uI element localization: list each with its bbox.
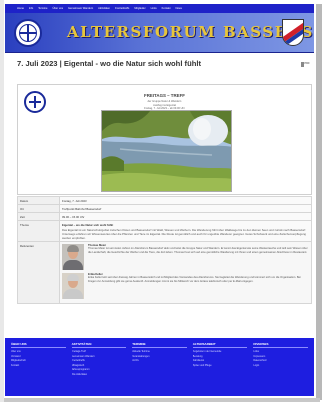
footer-link[interactable]: Login: [253, 364, 308, 369]
nav-item[interactable]: Kontakt: [162, 7, 171, 10]
nav-item[interactable]: Mitglieder: [134, 7, 145, 10]
theme-title: Eigental – wo die Natur sich wohl fühlt: [62, 222, 114, 227]
frame-shadow-right: [316, 4, 322, 400]
page: Home Info Termine Über uns Gemeinsam Wan…: [5, 4, 314, 396]
footer-column: DIVERSES Links Impressum Datenschutz Log…: [253, 342, 308, 392]
eigental-pond-photo: [101, 110, 232, 192]
details-row: Datum Freitag, 7. Juli 2023: [17, 196, 312, 205]
nav-item[interactable]: Links: [151, 7, 157, 10]
article-title: 7. Juli 2023 | Eigental - wo die Natur s…: [17, 59, 201, 68]
site-title: ALTERSFORUM BASSERSDORF: [67, 23, 314, 41]
footer-heading: AKTIVITÄTEN: [71, 342, 127, 348]
browser-frame: Home Info Termine Über uns Gemeinsam Wan…: [0, 0, 322, 402]
nav-item[interactable]: Termine: [38, 7, 47, 10]
referent-bio: Thomas Meier ist seit vielen Jahren im A…: [88, 247, 308, 255]
details-key: Datum: [17, 196, 60, 205]
nav-item[interactable]: Aktivitäten: [98, 7, 110, 10]
footer-link[interactable]: Alle Aktivitäten: [72, 373, 127, 378]
event-details-table: Datum Freitag, 7. Juli 2023 Ort Treffpun…: [17, 196, 312, 304]
details-value: Freitag, 7. Juli 2023: [59, 196, 312, 205]
footer-heading: DIVERSES: [253, 342, 308, 348]
footer-column: ALTERSARBEIT Angebote in der Gemeinde Be…: [192, 342, 248, 392]
footer-heading: ALTERSARBEIT: [192, 342, 248, 348]
details-row: Zeit 09.00 – 15.00 Uhr: [17, 212, 312, 221]
event-flyer: FREITAGS – TREFF der Gruppe Natur & Wand…: [17, 84, 312, 195]
footer-column: ÜBER UNS Über uns Vorstand Mitgliedschaf…: [11, 342, 66, 392]
flyer-title: FREITAGS – TREFF: [144, 93, 185, 98]
referents-row: Referenten Thomas Meier Thomas Meier ist…: [17, 241, 312, 304]
footer-column: AKTIVITÄTEN Freitags-Treff Gemeinsam Wan…: [71, 342, 127, 392]
referent-bio: Erika Keller lebt seit über dreissig Jah…: [88, 276, 301, 284]
footer-link[interactable]: Spitex und Pflege: [193, 364, 248, 369]
frame-shadow-left: [0, 0, 4, 402]
top-navigation: Home Info Termine Über uns Gemeinsam Wan…: [5, 4, 314, 13]
pdf-label: PDF: [304, 62, 310, 65]
avatar: [62, 243, 84, 270]
altersforum-logo-icon[interactable]: [14, 19, 42, 47]
referents-key: Referenten: [17, 241, 60, 304]
article-header: 7. Juli 2023 | Eigental - wo die Natur s…: [5, 53, 314, 79]
pdf-download-icon[interactable]: PDF: [301, 62, 310, 67]
event-card: FREITAGS – TREFF der Gruppe Natur & Wand…: [17, 84, 312, 334]
frame-shadow-bottom: [4, 398, 320, 402]
nav-item[interactable]: Freizeittreffs: [115, 7, 129, 10]
nav-item[interactable]: News: [175, 7, 182, 10]
footer-link[interactable]: Kontakt: [11, 364, 66, 369]
footer-link[interactable]: Archiv: [132, 359, 187, 364]
municipal-crest-icon: [282, 19, 304, 46]
footer-heading: ÜBER UNS: [11, 342, 66, 348]
details-key: Ort: [17, 204, 60, 213]
theme-row: Thema Eigental – wo die Natur sich wohl …: [17, 220, 312, 242]
details-key: Zeit: [17, 212, 60, 221]
referent: Thomas Meier Thomas Meier ist seit viele…: [62, 243, 309, 270]
theme-key: Thema: [17, 220, 60, 242]
nav-item[interactable]: Info: [29, 7, 33, 10]
nav-item[interactable]: Home: [17, 7, 24, 10]
footer-heading: TERMINE: [132, 342, 187, 348]
avatar: [62, 272, 84, 299]
details-value: Treffpunkt Bahnhof Bassersdorf: [59, 204, 312, 213]
referent: Erika Keller Erika Keller lebt seit über…: [62, 272, 309, 299]
nav-item[interactable]: Gemeinsam Wandern: [68, 7, 93, 10]
details-row: Ort Treffpunkt Bahnhof Bassersdorf: [17, 204, 312, 213]
nav-item[interactable]: Über uns: [52, 7, 63, 10]
footer-column: TERMINE Aktuelle Termine Veranstaltungen…: [132, 342, 187, 392]
footer: ÜBER UNS Über uns Vorstand Mitgliedschaf…: [5, 338, 314, 396]
theme-body: Das Eigental ist ein Naturschutzgebiet z…: [62, 227, 307, 240]
details-value: 09.00 – 15.00 Uhr: [59, 212, 312, 221]
header-banner: ALTERSFORUM BASSERSDORF: [5, 13, 314, 53]
